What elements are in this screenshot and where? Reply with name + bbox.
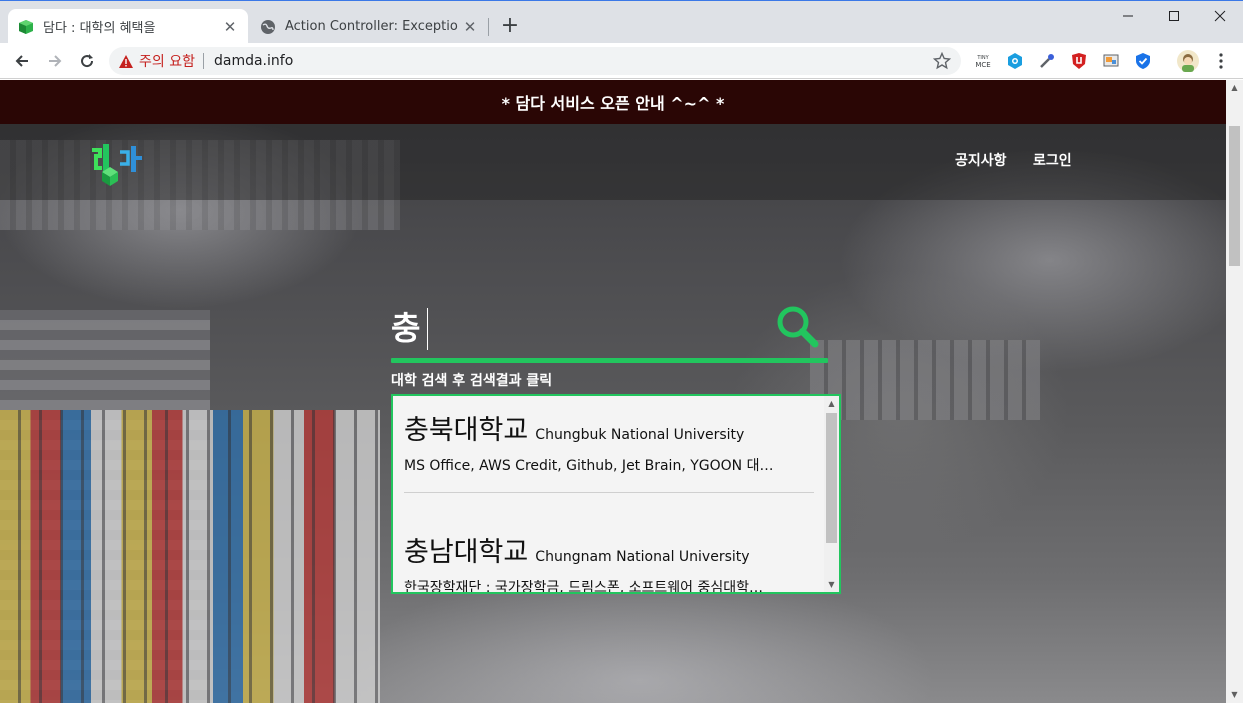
arrow-right-icon	[49, 55, 62, 67]
tinymce-icon[interactable]: TINY MCE	[974, 52, 992, 70]
tab-action-controller[interactable]: Action Controller: Exception cau ✕	[250, 9, 488, 44]
text-caret	[427, 308, 428, 350]
browser-toolbar: 주의 요함 damda.info TINY MCE	[0, 43, 1243, 79]
avatar[interactable]	[1177, 50, 1199, 72]
maximize-button[interactable]	[1151, 5, 1197, 27]
scroll-up-arrow-icon[interactable]: ▲	[824, 396, 839, 411]
url-text: damda.info	[213, 53, 294, 69]
eye-extension-icon[interactable]	[1006, 52, 1024, 70]
result-item[interactable]: 충남대학교 Chungnam National University 한국장학재…	[404, 530, 814, 594]
green-box-favicon-icon	[19, 19, 33, 34]
close-icon	[1214, 10, 1226, 22]
damda-logo[interactable]	[88, 134, 144, 186]
page-scrollbar[interactable]: ▲ ▼	[1226, 80, 1243, 703]
search-hint: 대학 검색 후 검색결과 클릭	[391, 373, 553, 389]
reload-icon	[81, 54, 94, 68]
minimize-icon	[1123, 15, 1133, 17]
nav-login-link[interactable]: 로그인	[1033, 150, 1072, 170]
result-korean-name: 충남대학교	[404, 537, 529, 568]
result-english-name: Chungnam National University	[535, 549, 750, 565]
reload-button[interactable]	[75, 49, 99, 73]
tab-damda[interactable]: 담다 : 대학의 혜택을 ✕	[8, 9, 248, 44]
security-warning-label: 주의 요함	[139, 54, 195, 70]
arrow-left-icon	[15, 55, 28, 67]
announcement-text: * 담다 서비스 오픈 안내 ^~^ *	[501, 94, 725, 113]
cast-icon[interactable]	[1102, 52, 1120, 70]
search-box	[391, 300, 828, 364]
result-korean-name: 충북대학교	[404, 415, 529, 446]
address-bar[interactable]: 주의 요함 damda.info	[109, 47, 961, 75]
result-benefits: 한국장학재단 : 국가장학금, 드림스폰, 소프트웨어 중심대학…	[404, 580, 763, 594]
svg-text:MCE: MCE	[975, 61, 990, 69]
scroll-down-arrow-icon[interactable]: ▼	[824, 577, 839, 592]
announcement-banner[interactable]: * 담다 서비스 오픈 안내 ^~^ *	[0, 80, 1226, 124]
warning-triangle-icon	[119, 54, 133, 68]
minimize-button[interactable]	[1105, 5, 1151, 27]
page-viewport: * 담다 서비스 오픈 안내 ^~^ * 공지사항 로그인 대학 검색 후 검색…	[0, 80, 1226, 703]
scroll-up-arrow-icon[interactable]: ▲	[1226, 80, 1243, 96]
scrollbar-thumb[interactable]	[1229, 126, 1240, 266]
scrollbar-thumb[interactable]	[826, 413, 837, 543]
profile-avatar-icon	[1177, 50, 1199, 72]
tab-strip: 담다 : 대학의 혜택을 ✕ Action Controller: Except…	[0, 0, 1243, 44]
search-underline	[391, 358, 828, 363]
scroll-down-arrow-icon[interactable]: ▼	[1226, 687, 1243, 703]
nav-notice-link[interactable]: 공지사항	[955, 150, 1007, 170]
maximize-icon	[1169, 11, 1179, 21]
results-scrollbar[interactable]: ▲ ▼	[824, 396, 839, 592]
close-tab-icon[interactable]: ✕	[462, 19, 478, 35]
forward-button[interactable]	[43, 49, 67, 73]
university-search-input[interactable]	[391, 300, 771, 352]
tinymce-icon-glyph: TINYMCE	[975, 55, 990, 69]
shield-check-icon[interactable]	[1134, 52, 1152, 70]
result-english-name: Chungbuk National University	[535, 427, 745, 443]
close-tab-icon[interactable]: ✕	[222, 19, 238, 35]
site-header: 공지사항 로그인	[0, 124, 1226, 200]
search-results-dropdown: 충북대학교 Chungbuk National University MS Of…	[391, 394, 841, 594]
new-tab-button[interactable]: +	[498, 15, 522, 39]
back-button[interactable]	[10, 49, 34, 73]
globe-icon	[261, 19, 275, 34]
tab-separator	[488, 18, 489, 36]
kebab-menu-icon	[1219, 53, 1223, 69]
address-divider	[202, 53, 204, 69]
result-divider	[404, 492, 814, 493]
eyedropper-icon[interactable]	[1038, 52, 1056, 70]
ublock-icon[interactable]	[1070, 52, 1088, 70]
background-building	[810, 340, 1040, 420]
security-warning[interactable]: 주의 요함	[119, 51, 195, 71]
close-window-button[interactable]	[1197, 5, 1243, 27]
result-item[interactable]: 충북대학교 Chungbuk National University MS Of…	[404, 408, 814, 475]
bookmark-star-icon[interactable]	[933, 52, 951, 70]
tab-title: 담다 : 대학의 혜택을	[43, 21, 156, 36]
result-benefits: MS Office, AWS Credit, Github, Jet Brain…	[404, 458, 774, 474]
colorful-building	[0, 410, 380, 703]
tab-title: Action Controller: Exception cau	[285, 19, 458, 34]
search-icon[interactable]	[775, 304, 819, 348]
browser-menu-button[interactable]	[1212, 52, 1230, 70]
